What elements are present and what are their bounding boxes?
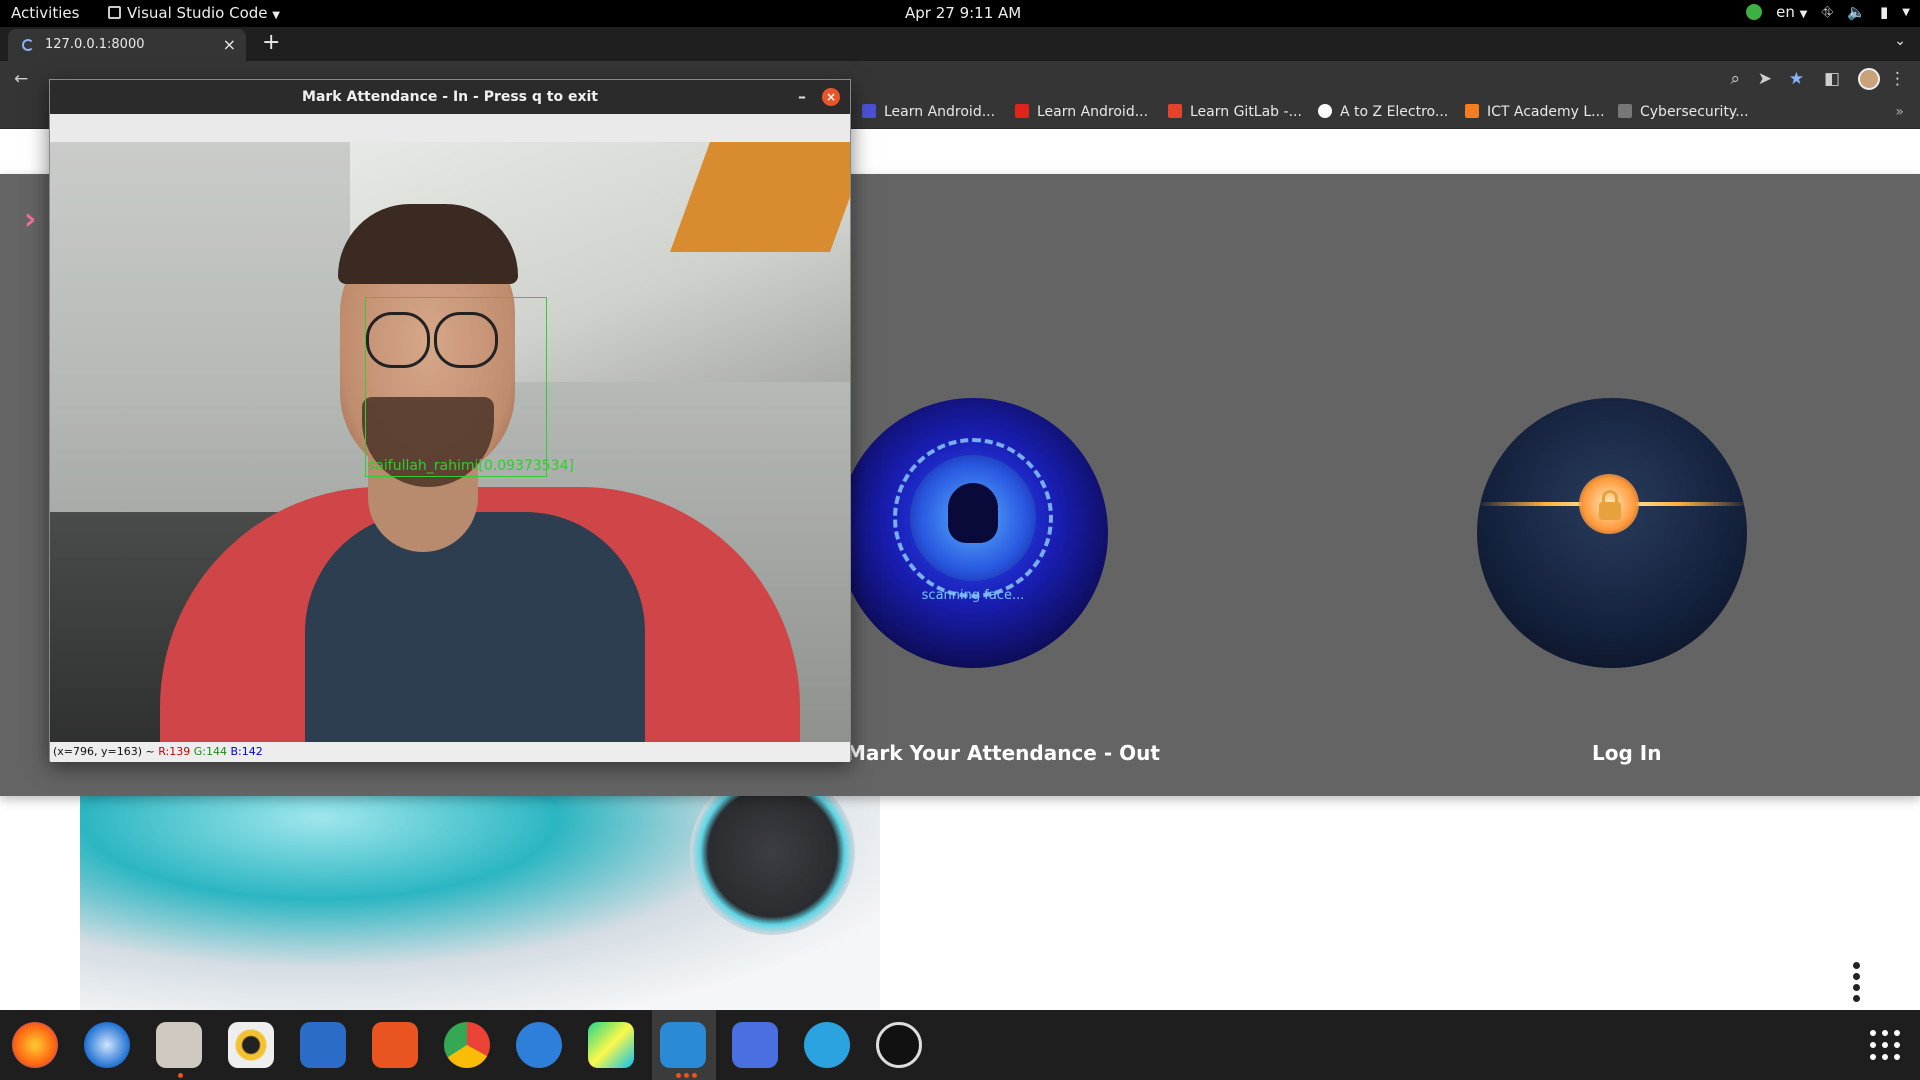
pycharm-icon[interactable] xyxy=(588,1022,634,1068)
login-card-image[interactable] xyxy=(1477,398,1747,668)
network-icon: ⛗ xyxy=(1821,3,1834,21)
bookmark-item[interactable]: A to Z Electro... xyxy=(1318,104,1448,120)
status-coords: (x=796, y=163) ~ xyxy=(53,745,155,758)
rhythmbox-icon[interactable] xyxy=(228,1022,274,1068)
bookmark-favicon-icon xyxy=(1015,104,1029,118)
system-menu-chevron-icon: ▼ xyxy=(1902,6,1910,18)
bookmark-favicon-icon xyxy=(862,104,876,118)
webcam-feed[interactable]: saifullah_rahimi[0.09373534] xyxy=(50,142,850,742)
close-icon[interactable]: × xyxy=(822,88,840,106)
opencv-status-bar: (x=796, y=163) ~ R:139 G:144 B:142 xyxy=(50,742,850,762)
running-indicator xyxy=(676,1073,681,1078)
side-panel-icon[interactable]: ◧ xyxy=(1824,69,1840,89)
status-green: G:144 xyxy=(193,745,227,758)
writer-icon[interactable] xyxy=(300,1022,346,1068)
show-apps-icon[interactable] xyxy=(1870,1030,1900,1060)
chrome-icon[interactable] xyxy=(444,1022,490,1068)
dock xyxy=(0,1010,1920,1080)
bookmark-favicon-icon xyxy=(1318,104,1332,118)
software-icon[interactable] xyxy=(372,1022,418,1068)
browser-tab[interactable]: 127.0.0.1:8000 × xyxy=(8,29,246,61)
bookmark-favicon-icon xyxy=(1465,104,1479,118)
files-icon[interactable] xyxy=(156,1022,202,1068)
activities-button[interactable]: Activities xyxy=(11,4,79,22)
battery-icon: ▮ xyxy=(1880,3,1889,21)
minimize-icon[interactable]: – xyxy=(798,80,806,114)
bookmark-item[interactable]: Cybersecurity... xyxy=(1618,104,1749,120)
obs-icon[interactable] xyxy=(876,1022,922,1068)
profile-avatar[interactable] xyxy=(1858,68,1880,90)
bookmark-item[interactable]: Learn Android... xyxy=(1015,104,1148,120)
tab-search-icon[interactable]: ⌄ xyxy=(1894,33,1906,49)
bookmarks-overflow-icon[interactable]: » xyxy=(1895,104,1904,120)
more-options-icon[interactable] xyxy=(1853,962,1860,1006)
face-silhouette-icon xyxy=(948,483,998,543)
kebab-menu-icon[interactable]: ⋮ xyxy=(1889,69,1906,89)
system-top-bar: Activities Visual Studio Code ▼ Apr 27 9… xyxy=(0,0,1920,27)
status-blue: B:142 xyxy=(230,745,263,758)
login-label[interactable]: Log In xyxy=(1592,741,1661,765)
opencv-title-text: Mark Attendance - In - Press q to exit xyxy=(302,89,598,105)
running-indicator xyxy=(692,1073,697,1078)
opencv-window[interactable]: Mark Attendance - In - Press q to exit –… xyxy=(49,79,851,762)
bookmark-item[interactable]: Learn GitLab -... xyxy=(1168,104,1302,120)
bookmark-favicon-icon xyxy=(1618,104,1632,118)
system-tray[interactable]: en ▼ ⛗ 🔈 ▮ ▼ xyxy=(1746,3,1910,21)
help-icon[interactable] xyxy=(516,1022,562,1068)
bookmark-favicon-icon xyxy=(1168,104,1182,118)
scan-caption: scanning face... xyxy=(921,588,1025,603)
bookmark-item[interactable]: ICT Academy L... xyxy=(1465,104,1605,120)
chevron-down-icon: ▼ xyxy=(272,10,280,21)
screenshot-icon[interactable] xyxy=(732,1022,778,1068)
tab-title: 127.0.0.1:8000 xyxy=(45,37,145,52)
mark-out-card-image[interactable]: scanning face... xyxy=(838,398,1108,668)
thunderbird-icon[interactable] xyxy=(84,1022,130,1068)
running-indicator xyxy=(178,1073,183,1078)
status-red: R:139 xyxy=(158,745,191,758)
tab-strip: 127.0.0.1:8000 × + ⌄ xyxy=(0,27,1920,61)
app-menu-label: Visual Studio Code xyxy=(127,4,268,22)
vscode-icon[interactable] xyxy=(660,1022,706,1068)
running-indicator xyxy=(684,1073,689,1078)
bookmark-star-icon[interactable]: ★ xyxy=(1789,69,1804,89)
send-icon[interactable]: ➤ xyxy=(1758,69,1772,89)
language-indicator[interactable]: en ▼ xyxy=(1776,3,1807,21)
site-logo[interactable]: › xyxy=(24,202,46,237)
opencv-window-title[interactable]: Mark Attendance - In - Press q to exit –… xyxy=(50,80,850,114)
bookmark-item[interactable]: Learn Android... xyxy=(862,104,995,120)
volume-icon: 🔈 xyxy=(1847,3,1867,21)
loading-icon xyxy=(22,39,34,51)
opencv-toolbar xyxy=(50,114,850,142)
zoom-icon[interactable]: ⌕ xyxy=(1730,69,1740,89)
security-icon xyxy=(1746,4,1763,20)
firefox-icon[interactable] xyxy=(12,1022,58,1068)
mark-out-label[interactable]: Mark Your Attendance - Out xyxy=(846,741,1160,765)
face-detection-box xyxy=(365,297,547,477)
telegram-icon[interactable] xyxy=(804,1022,850,1068)
lock-icon xyxy=(1599,502,1621,520)
person-vest xyxy=(305,512,645,742)
back-icon[interactable]: ← xyxy=(14,69,28,89)
close-tab-icon[interactable]: × xyxy=(223,35,236,54)
new-tab-button[interactable]: + xyxy=(262,30,280,55)
clock[interactable]: Apr 27 9:11 AM xyxy=(905,4,1021,22)
face-recognition-label: saifullah_rahimi[0.09373534] xyxy=(368,458,574,474)
vscode-icon xyxy=(108,6,121,19)
app-menu[interactable]: Visual Studio Code ▼ xyxy=(108,4,280,22)
